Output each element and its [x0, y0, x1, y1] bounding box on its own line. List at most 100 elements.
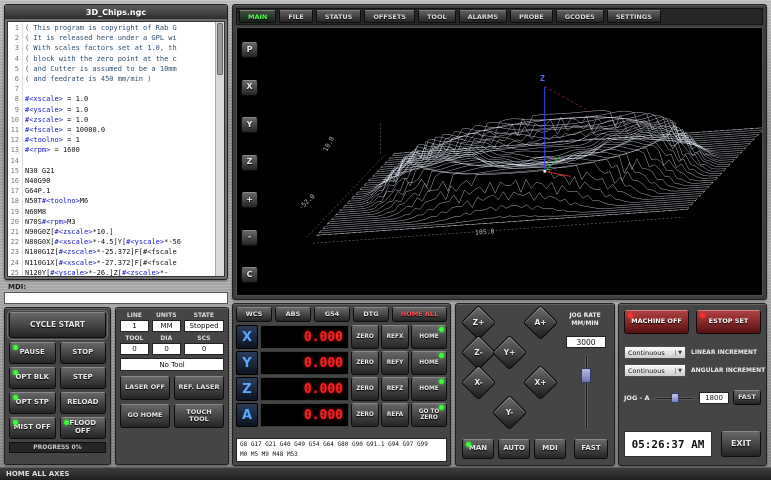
pause-button[interactable]: PAUSE — [9, 342, 56, 364]
home-all-button[interactable]: HOME ALL — [392, 307, 447, 322]
jog-x-minus-label: X- — [467, 371, 490, 394]
jog-y-plus-button[interactable]: Y+ — [492, 335, 527, 370]
home-button-z[interactable]: HOME — [411, 377, 447, 401]
estop-label: ESTOP SET — [709, 318, 749, 325]
jog-a-slider[interactable] — [654, 393, 695, 403]
dimension-label-bottom: 105.0 — [475, 227, 495, 236]
view-button-y[interactable]: Y — [241, 117, 258, 133]
refa-button-a[interactable]: REFA — [381, 403, 409, 427]
view-button-plus[interactable]: + — [241, 192, 258, 208]
gcode-line: 18N50T#<toolno>M6 — [8, 196, 214, 206]
cycle-start-button[interactable]: CYCLE START — [9, 312, 106, 338]
zero-button-a[interactable]: ZERO — [351, 403, 379, 427]
tab-settings[interactable]: SETTINGS — [607, 10, 661, 23]
zero-button-z[interactable]: ZERO — [351, 377, 379, 401]
machine-off-label: MACHINE OFF — [631, 318, 682, 325]
manual-mode-label: MAN — [469, 445, 487, 453]
manual-mode-button[interactable]: MAN — [462, 439, 494, 459]
gcode-line: 9#<yscale> = 1.0 — [8, 105, 214, 115]
g54-button[interactable]: G54 — [314, 307, 350, 322]
abs-button[interactable]: ABS — [275, 307, 311, 322]
backplot-canvas[interactable]: PXYZ+-C Z 10.0 -52.0 105.0 — [236, 27, 763, 296]
zero-button-y[interactable]: ZERO — [351, 351, 379, 375]
gcode-line: 5( and Cutter is assumed to be a 10mm — [8, 64, 214, 74]
mdi-mode-button[interactable]: MDI — [534, 439, 566, 459]
gcode-line: 23N100G1Z[#<zscale>*-25.372]F[#<fscale — [8, 247, 214, 257]
tab-status[interactable]: STATUS — [316, 10, 362, 23]
go-home-button[interactable]: GO HOME — [120, 404, 170, 428]
refy-button-y[interactable]: REFY — [381, 351, 409, 375]
dro-value-a: 0.000 — [260, 403, 349, 427]
opt-stp-led — [13, 395, 18, 400]
flood-button[interactable]: FLOOD OFF — [60, 417, 107, 439]
pause-label: PAUSE — [20, 349, 45, 357]
go-to-zero-button-a[interactable]: GO TO ZERO — [411, 403, 447, 427]
dro-value-z: 0.000 — [260, 377, 349, 401]
tab-offsets[interactable]: OFFSETS — [364, 10, 415, 23]
gcode-line: 13#<rpm> = 1600 — [8, 145, 214, 155]
reload-button[interactable]: RELOAD — [60, 392, 107, 414]
jog-fast-label: FAST — [581, 445, 600, 453]
tool-header: TOOL — [120, 335, 149, 342]
homed-led — [439, 379, 444, 384]
view-button-minus[interactable]: - — [241, 230, 258, 246]
home-button-y[interactable]: HOME — [411, 351, 447, 375]
exit-button[interactable]: EXIT — [721, 431, 761, 457]
tab-alarms[interactable]: ALARMS — [459, 10, 507, 23]
optional-stop-button[interactable]: OPT STP — [9, 392, 56, 414]
view-button-p[interactable]: P — [241, 42, 258, 58]
step-button[interactable]: STEP — [60, 367, 107, 389]
refx-button-x[interactable]: REFX — [381, 325, 409, 349]
zero-button-x[interactable]: ZERO — [351, 325, 379, 349]
tab-probe[interactable]: PROBE — [510, 10, 553, 23]
stop-button[interactable]: STOP — [60, 342, 107, 364]
jog-a-plus-button[interactable]: A+ — [523, 305, 558, 340]
refz-button-z[interactable]: REFZ — [381, 377, 409, 401]
jog-a-value: 1800 — [699, 392, 729, 404]
dtg-button[interactable]: DTG — [353, 307, 389, 322]
axis-select-z[interactable]: Z — [236, 377, 258, 401]
jog-a-slider-thumb[interactable] — [671, 393, 679, 403]
angular-increment-select[interactable]: Continuous ▼ — [624, 364, 686, 377]
dro-row-z: Z0.000ZEROREFZHOME — [236, 377, 447, 401]
machine-off-led — [628, 313, 633, 318]
gcode-text-area[interactable]: 1( This program is copyright of Rab G2( … — [7, 21, 225, 277]
jog-x-minus-button[interactable]: X- — [461, 365, 496, 400]
touch-tool-button[interactable]: TOUCH TOOL — [174, 404, 224, 428]
jog-fast-button[interactable]: FAST — [574, 439, 608, 459]
home-button-x[interactable]: HOME — [411, 325, 447, 349]
wcs-button[interactable]: WCS — [236, 307, 272, 322]
optional-block-button[interactable]: OPT BLK — [9, 367, 56, 389]
linear-increment-select[interactable]: Continuous ▼ — [624, 346, 686, 359]
tab-tool[interactable]: TOOL — [418, 10, 456, 23]
auto-mode-button[interactable]: AUTO — [498, 439, 530, 459]
view-button-z[interactable]: Z — [241, 155, 258, 171]
gcode-line: 25N120Y[#<yscale>*-26.]Z[#<zscale>*- — [8, 268, 214, 277]
machine-off-button[interactable]: MACHINE OFF — [624, 310, 689, 334]
editor-scrollbar-thumb[interactable] — [217, 23, 223, 75]
ref-laser-button[interactable]: REF. LASER — [174, 376, 224, 400]
jog-rate-slider[interactable] — [580, 354, 592, 430]
laser-off-button[interactable]: LASER OFF — [120, 376, 170, 400]
mist-button[interactable]: MIST OFF — [9, 417, 56, 439]
estop-button[interactable]: ESTOP SET — [696, 310, 761, 334]
jog-rate-label: JOG RATE MM/MIN — [558, 312, 612, 328]
go-home-label: GO HOME — [128, 412, 163, 419]
jog-z-minus-label: Z- — [467, 341, 490, 364]
tab-gcodes[interactable]: GCODES — [556, 10, 604, 23]
mdi-input[interactable] — [4, 292, 228, 304]
status-info-panel: LINE UNITS STATE 1 MM Stopped TOOL DIA S… — [115, 307, 229, 465]
jog-x-plus-button[interactable]: X+ — [523, 365, 558, 400]
editor-scrollbar[interactable] — [215, 22, 224, 276]
tab-file[interactable]: FILE — [279, 10, 312, 23]
jog-a-fast-button[interactable]: FAST — [733, 390, 761, 405]
axis-select-a[interactable]: A — [236, 403, 258, 427]
opt-stp-label: OPT STP — [16, 399, 49, 407]
tab-main[interactable]: MAIN — [239, 10, 276, 23]
jog-y-minus-button[interactable]: Y- — [492, 395, 527, 430]
view-button-c[interactable]: C — [241, 267, 258, 283]
axis-select-y[interactable]: Y — [236, 351, 258, 375]
jog-rate-slider-thumb[interactable] — [581, 368, 591, 383]
view-button-x[interactable]: X — [241, 80, 258, 96]
axis-select-x[interactable]: X — [236, 325, 258, 349]
